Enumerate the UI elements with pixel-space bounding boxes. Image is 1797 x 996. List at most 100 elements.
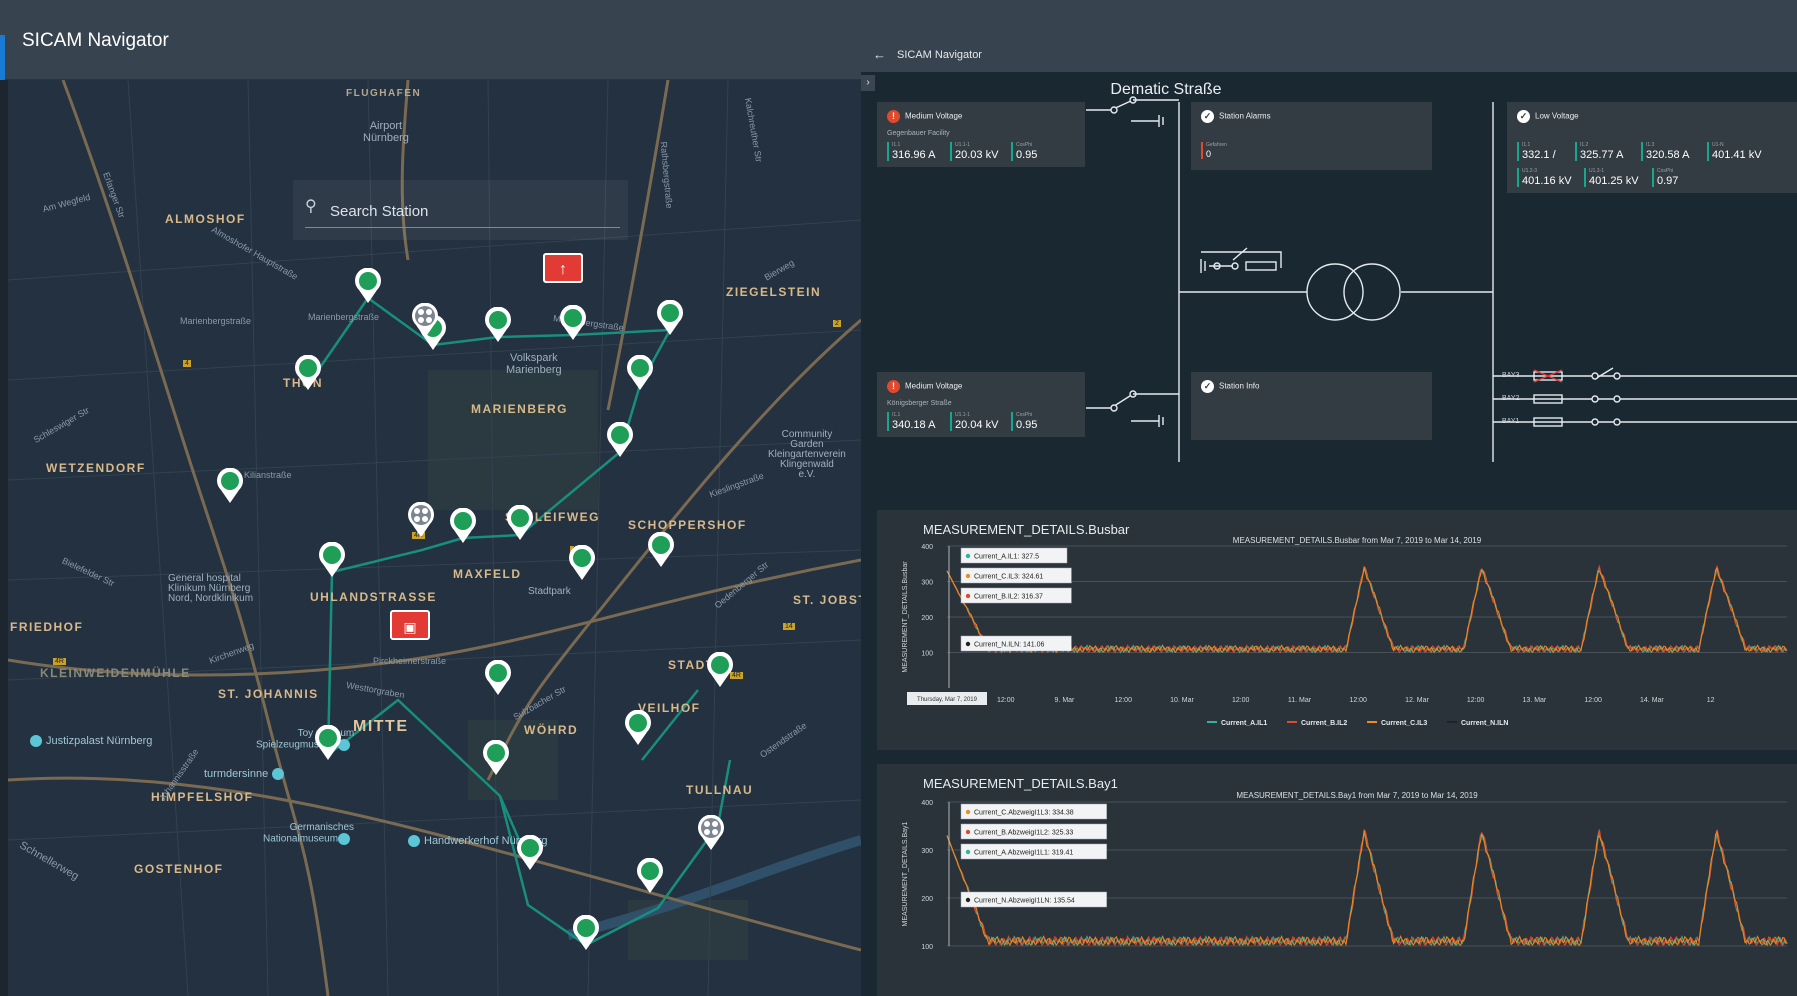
y-tick-label: 100: [921, 651, 933, 658]
place-stadtpark: Stadtpark: [528, 586, 571, 597]
district-uhlandstrasse: UHLANDSTRASSE: [310, 590, 437, 604]
station-marker[interactable]: [515, 835, 545, 871]
station-marker[interactable]: [448, 508, 478, 544]
district-st-johannis: ST. JOHANNIS: [218, 687, 319, 701]
search-input[interactable]: Search Station: [330, 203, 428, 220]
left-edge-tab[interactable]: [0, 35, 5, 80]
tooltip-series-dot: [965, 829, 971, 835]
street-pirckheimer: Pirckheimerstraße: [373, 656, 447, 666]
legend-label: Current_A.IL1: [1221, 720, 1267, 727]
district-ziegelstein: ZIEGELSTEIN: [726, 285, 822, 299]
park-area: [428, 370, 598, 510]
chart-title: MEASUREMENT_DETAILS.Bay1 from Mar 7, 201…: [1236, 791, 1478, 800]
poi-justizpalast[interactable]: Justizpalast Nürnberg: [30, 735, 152, 748]
tooltip-text: Current_C.AbzweigI1L3: 334.38: [974, 810, 1074, 817]
card-title: ✓ Low Voltage: [1517, 110, 1579, 123]
tooltip-series-dot: [965, 809, 971, 815]
tooltip-text: Current_B.AbzweigI1L2: 325.33: [974, 830, 1073, 837]
station-marker[interactable]: [483, 660, 513, 696]
bay1-chart-panel[interactable]: MEASUREMENT_DETAILS.Bay1 MEASUREMENT_DET…: [877, 764, 1797, 996]
station-marker[interactable]: [313, 725, 343, 761]
station-marker[interactable]: [293, 355, 323, 391]
card-title: ! Medium Voltage: [887, 110, 962, 123]
tooltip-series-dot: [965, 573, 971, 579]
district-st-jobst: ST. JOBST: [793, 593, 861, 607]
district-friedhof: FRIEDHOF: [10, 620, 84, 634]
transformer-coil-2: [1343, 263, 1401, 321]
y-tick-label: 100: [921, 944, 933, 951]
station-marker[interactable]: [215, 468, 245, 504]
bay1-chart[interactable]: MEASUREMENT_DETAILS.Bay1 from Mar 7, 201…: [877, 764, 1797, 996]
station-marker[interactable]: [505, 505, 535, 541]
y-tick-label: 400: [921, 800, 933, 807]
measurement-voltage-l3: U1.3-1 401.25 kV: [1584, 168, 1639, 187]
station-marker[interactable]: [635, 858, 665, 894]
measurement-cosphi: CosPhi 0.95: [1011, 412, 1037, 431]
measurement-voltage: U1.1-1 20.03 kV: [950, 142, 998, 161]
station-marker[interactable]: [655, 300, 685, 336]
bay-label-3: BAY3: [1502, 372, 1520, 379]
busbar-chart-panel[interactable]: MEASUREMENT_DETAILS.Busbar MEASUREMENT_D…: [877, 510, 1797, 750]
station-marker[interactable]: [353, 268, 383, 304]
station-cluster-marker[interactable]: [696, 815, 726, 851]
measurement-voltage: U1.1-1 20.04 kV: [950, 412, 998, 431]
district-kleinweidenmuehle: KLEINWEIDENMÜHLE: [40, 666, 191, 680]
measurement-voltage-l1: U1-N 401.41 kV: [1707, 142, 1762, 161]
card-title: ✓ Station Info: [1201, 380, 1259, 393]
low-voltage-card[interactable]: ✓ Low Voltage I1.1 332.1 / I1.2 325.77 A I1…: [1507, 102, 1797, 193]
road-shield: 4R: [53, 658, 66, 665]
app-title: SICAM Navigator: [22, 30, 169, 51]
x-tick-label: 11. Mar: [1288, 697, 1312, 704]
station-marker[interactable]: [705, 652, 735, 688]
station-cluster-marker[interactable]: [410, 303, 440, 339]
legend-label: Current_N.ILN: [1461, 720, 1508, 727]
station-comm-marker[interactable]: ▣: [390, 610, 430, 640]
poi-gnm[interactable]: Germanisches Nationalmuseum: [263, 822, 354, 845]
road-shield: 14: [783, 623, 795, 630]
station-detail-panel: › Dematic Straße ! Medium Voltage Gegenba…: [861, 72, 1797, 996]
tooltip-series-dot: [965, 593, 971, 599]
search-station[interactable]: ⚲ Search Station: [293, 180, 628, 240]
station-marker[interactable]: [558, 305, 588, 341]
busbar-chart[interactable]: MEASUREMENT_DETAILS.Busbar from Mar 7, 2…: [877, 510, 1797, 750]
station-marker[interactable]: [625, 355, 655, 391]
tooltip-text: Current_A.AbzweigI1L1: 319.41: [974, 850, 1073, 857]
tooltip-series-dot: [965, 897, 971, 903]
x-tick-label: 9. Mar: [1055, 697, 1076, 704]
poi-turmdersinne[interactable]: turmdersinne: [204, 768, 288, 781]
street-kilian: Kilianstraße: [244, 470, 292, 480]
x-tick-label: 12:00: [1349, 697, 1367, 704]
station-marker[interactable]: [571, 915, 601, 951]
station-marker[interactable]: [567, 545, 597, 581]
measurement-current-l2: I1.2 325.77 A: [1575, 142, 1623, 161]
measurement-current-l3: I1.3 320.58 A: [1641, 142, 1689, 161]
check-icon: ✓: [1201, 110, 1214, 123]
place-park: Volkspark Marienberg: [506, 352, 562, 376]
map-panel[interactable]: FLUGHAFEN ALMOSHOF ZIEGELSTEIN THON MARI…: [8, 80, 861, 996]
station-alarm-marker[interactable]: ↑: [543, 253, 583, 283]
station-cluster-marker[interactable]: [406, 502, 436, 538]
detail-title: SICAM Navigator: [897, 49, 982, 61]
station-alarms-card[interactable]: ✓ Station Alarms Gefahren 0: [1191, 102, 1432, 170]
switch-lower: [1086, 393, 1134, 409]
station-marker[interactable]: [605, 422, 635, 458]
medium-voltage-card-2[interactable]: ! Medium Voltage Königsberger Straße I1.1…: [877, 372, 1085, 437]
station-marker[interactable]: [623, 710, 653, 746]
station-marker[interactable]: [317, 542, 347, 578]
station-marker[interactable]: [483, 307, 513, 343]
switch-upper: [1086, 99, 1134, 111]
station-info-card[interactable]: ✓ Station Info: [1191, 372, 1432, 440]
back-arrow-icon[interactable]: ←: [873, 47, 886, 62]
station-marker[interactable]: [481, 740, 511, 776]
bay-label-1: BAY1: [1502, 418, 1520, 425]
station-marker[interactable]: [646, 532, 676, 568]
tooltip-text: Current_N.AbzweigI1LN: 135.54: [974, 898, 1075, 905]
tooltip-series-dot: [965, 641, 971, 647]
medium-voltage-card-1[interactable]: ! Medium Voltage Gegenbauer Facility I1.1…: [877, 102, 1085, 167]
road-shield: 2: [833, 320, 841, 327]
chart-title: MEASUREMENT_DETAILS.Busbar from Mar 7, 2…: [1233, 536, 1482, 545]
measurement-cosphi: CosPhi 0.97: [1652, 168, 1678, 187]
card-subtitle: Königsberger Straße: [887, 400, 952, 407]
x-tick-label: 12. Mar: [1405, 697, 1429, 704]
y-tick-label: 300: [921, 580, 933, 587]
